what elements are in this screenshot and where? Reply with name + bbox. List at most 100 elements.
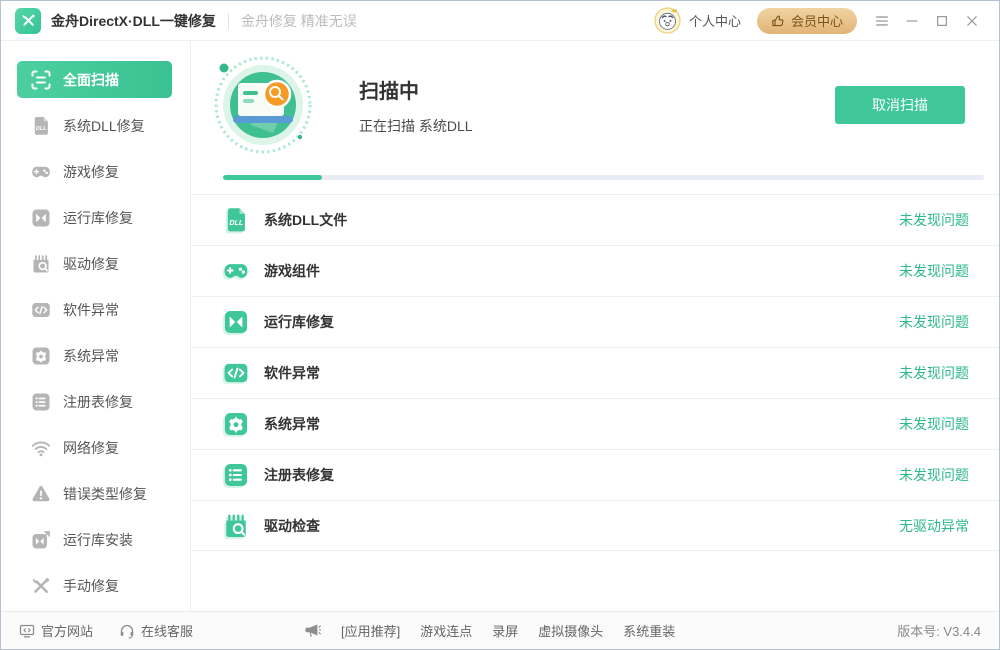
sidebar-item-label: 软件异常 bbox=[63, 300, 119, 320]
title-divider bbox=[228, 13, 229, 29]
code-window-icon bbox=[31, 300, 51, 320]
sidebar-item-label: 驱动修复 bbox=[63, 254, 119, 274]
gamepad-icon bbox=[223, 258, 249, 284]
sidebar-item-label: 系统异常 bbox=[63, 346, 119, 366]
scan-result-row: 游戏组件 未发现问题 bbox=[191, 245, 999, 296]
scan-result-row: 驱动检查 无驱动异常 bbox=[191, 500, 999, 551]
scan-item-status: 未发现问题 bbox=[899, 465, 969, 485]
sidebar-item-label: 游戏修复 bbox=[63, 162, 119, 182]
svg-text:DLL: DLL bbox=[36, 126, 47, 132]
titlebar: 金舟DirectX·DLL一键修复 金舟修复 精准无误 个人中心 会员中心 bbox=[1, 1, 999, 41]
sidebar-item[interactable]: 全面扫描 bbox=[17, 61, 172, 98]
scan-item-label: 运行库修复 bbox=[264, 312, 334, 332]
registry-icon bbox=[31, 392, 51, 412]
footer-promos: [应用推荐] 游戏连点 录屏 虚拟摄像头 系统重装 bbox=[304, 621, 675, 640]
sidebar-item[interactable]: 游戏修复 bbox=[1, 149, 190, 195]
menu-icon bbox=[875, 14, 889, 28]
scan-item-status: 未发现问题 bbox=[899, 261, 969, 281]
version-label: 版本号: V3.4.4 bbox=[897, 621, 981, 640]
progress-fill bbox=[223, 175, 322, 180]
close-button[interactable] bbox=[957, 7, 987, 35]
scan-item-status: 未发现问题 bbox=[899, 312, 969, 332]
footer-link-label: 官方网站 bbox=[41, 621, 93, 640]
member-center-label: 会员中心 bbox=[791, 11, 843, 30]
app-title: 金舟DirectX·DLL一键修复 bbox=[51, 11, 216, 31]
sidebar-item-label: 手动修复 bbox=[63, 576, 119, 596]
scan-item-label: 系统异常 bbox=[264, 414, 320, 434]
runtime-icon bbox=[223, 309, 249, 335]
footer-link[interactable]: 官方网站 bbox=[19, 621, 93, 640]
sidebar-item-label: 网络修复 bbox=[63, 438, 119, 458]
warning-icon bbox=[31, 484, 51, 504]
personal-center-link[interactable]: 个人中心 bbox=[689, 11, 741, 30]
wifi-icon bbox=[31, 438, 51, 458]
tools-icon bbox=[31, 576, 51, 596]
scan-illustration bbox=[211, 53, 315, 157]
megaphone-icon bbox=[304, 622, 321, 639]
footer-promo-link[interactable]: [应用推荐] bbox=[341, 621, 400, 640]
maximize-button[interactable] bbox=[927, 7, 957, 35]
scan-icon bbox=[31, 70, 51, 90]
main-panel: 扫描中 正在扫描 系统DLL 取消扫描 DLL 系统DLL文件 未发现问题 游戏… bbox=[191, 41, 999, 611]
registry-icon bbox=[223, 462, 249, 488]
panda-avatar-icon bbox=[654, 7, 681, 34]
scan-item-label: 驱动检查 bbox=[264, 516, 320, 536]
sidebar-item[interactable]: 系统异常 bbox=[1, 333, 190, 379]
scan-search-icon bbox=[211, 53, 315, 157]
scan-result-row: 注册表修复 未发现问题 bbox=[191, 449, 999, 500]
scan-item-status: 无驱动异常 bbox=[899, 516, 969, 536]
footer: 官方网站 在线客服 [应用推荐] 游戏连点 录屏 虚拟摄像头 系统重装 版本号: V3.… bbox=[1, 611, 999, 649]
sidebar-item-label: 注册表修复 bbox=[63, 392, 133, 412]
sidebar-item[interactable]: 运行库安装 bbox=[1, 517, 190, 563]
menu-button[interactable] bbox=[867, 7, 897, 35]
progress-bar bbox=[223, 175, 984, 180]
monitor-icon bbox=[19, 623, 35, 639]
footer-link[interactable]: 在线客服 bbox=[119, 621, 193, 640]
code-window-icon bbox=[223, 360, 249, 386]
cancel-scan-button[interactable]: 取消扫描 bbox=[835, 86, 965, 124]
sidebar-item[interactable]: 网络修复 bbox=[1, 425, 190, 471]
sidebar-item[interactable]: 手动修复 bbox=[1, 563, 190, 609]
scan-item-label: 注册表修复 bbox=[264, 465, 334, 485]
tools-icon bbox=[21, 13, 36, 28]
footer-promo-link[interactable]: 游戏连点 bbox=[420, 621, 472, 640]
minimize-button[interactable] bbox=[897, 7, 927, 35]
svg-text:DLL: DLL bbox=[229, 219, 243, 227]
scan-result-row: 软件异常 未发现问题 bbox=[191, 347, 999, 398]
sidebar-item[interactable]: 软件异常 bbox=[1, 287, 190, 333]
gamepad-icon bbox=[31, 162, 51, 182]
sidebar-item-label: 全面扫描 bbox=[63, 70, 119, 90]
runtime-icon bbox=[31, 208, 51, 228]
close-icon bbox=[965, 14, 979, 28]
sidebar-item[interactable]: 错误类型修复 bbox=[1, 471, 190, 517]
sidebar-item[interactable]: 驱动修复 bbox=[1, 241, 190, 287]
footer-promo-link[interactable]: 系统重装 bbox=[623, 621, 675, 640]
driver-icon bbox=[223, 513, 249, 539]
scan-status-block: 扫描中 正在扫描 系统DLL bbox=[359, 75, 473, 136]
app-logo bbox=[15, 8, 41, 34]
sidebar-item-label: 运行库修复 bbox=[63, 208, 133, 228]
avatar[interactable] bbox=[654, 7, 681, 34]
sidebar-menu: 全面扫描 DLL 系统DLL修复 游戏修复 运行库修复 驱动修复 软件异常 系统… bbox=[1, 61, 190, 609]
scan-item-status: 未发现问题 bbox=[899, 414, 969, 434]
scan-item-status: 未发现问题 bbox=[899, 363, 969, 383]
sidebar-item[interactable]: DLL 系统DLL修复 bbox=[1, 103, 190, 149]
gear-icon bbox=[31, 346, 51, 366]
scan-header: 扫描中 正在扫描 系统DLL 取消扫描 bbox=[191, 41, 999, 157]
body-row: 全面扫描 DLL 系统DLL修复 游戏修复 运行库修复 驱动修复 软件异常 系统… bbox=[1, 41, 999, 611]
dll-file-icon: DLL bbox=[223, 207, 249, 233]
footer-promo-link[interactable]: 录屏 bbox=[492, 621, 518, 640]
footer-promos-list: [应用推荐] 游戏连点 录屏 虚拟摄像头 系统重装 bbox=[341, 621, 675, 640]
scan-status-title: 扫描中 bbox=[359, 75, 473, 104]
scan-item-label: 游戏组件 bbox=[264, 261, 320, 281]
dll-file-icon: DLL bbox=[31, 116, 51, 136]
scan-result-row: 运行库修复 未发现问题 bbox=[191, 296, 999, 347]
scan-item-label: 系统DLL文件 bbox=[264, 210, 347, 230]
member-center-button[interactable]: 会员中心 bbox=[757, 8, 857, 34]
scan-status-detail: 正在扫描 系统DLL bbox=[359, 116, 473, 136]
footer-promo-link[interactable]: 虚拟摄像头 bbox=[538, 621, 603, 640]
footer-link-label: 在线客服 bbox=[141, 621, 193, 640]
maximize-icon bbox=[935, 14, 949, 28]
sidebar-item[interactable]: 注册表修复 bbox=[1, 379, 190, 425]
sidebar-item[interactable]: 运行库修复 bbox=[1, 195, 190, 241]
